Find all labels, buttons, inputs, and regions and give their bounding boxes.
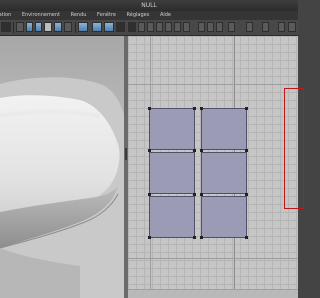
menu-bar: sation Environnement Rendu Fenêtre Régla… (0, 11, 298, 20)
uv-select-icon[interactable] (128, 22, 136, 32)
toolbar-separator (13, 22, 14, 33)
selection-rectangle[interactable] (284, 88, 304, 209)
uv-vertex[interactable] (193, 193, 196, 196)
uv-vertex[interactable] (193, 236, 196, 239)
uv-zoom-icon[interactable] (228, 22, 235, 32)
uv-island[interactable] (201, 108, 247, 150)
uv-toolbar (128, 20, 298, 35)
menu-item[interactable]: Rendu (71, 11, 87, 20)
move-icon[interactable] (16, 22, 24, 32)
uv-editor-viewport[interactable] (128, 36, 298, 298)
uv-view-icon[interactable] (246, 22, 253, 32)
uv-vertex[interactable] (245, 236, 248, 239)
uv-vertex[interactable] (148, 149, 151, 152)
uv-move-icon[interactable] (138, 22, 145, 32)
uv-vertex[interactable] (193, 149, 196, 152)
uv-vertex[interactable] (245, 107, 248, 110)
cube-icon[interactable] (104, 22, 114, 32)
uv-align-icon[interactable] (216, 22, 223, 32)
uv-island[interactable] (201, 152, 247, 194)
uv-island[interactable] (149, 196, 195, 238)
menu-item[interactable]: sation (0, 11, 11, 20)
uv-scale-icon[interactable] (156, 22, 163, 32)
grid-line (128, 258, 298, 259)
uv-island[interactable] (201, 196, 247, 238)
uv-vertex[interactable] (193, 107, 196, 110)
uv-display-icon[interactable] (262, 22, 269, 32)
options-icon[interactable] (116, 22, 125, 32)
window-title: NULL (0, 0, 298, 11)
uv-snap-icon[interactable] (207, 22, 214, 32)
uv-vertex[interactable] (148, 107, 151, 110)
menu-item[interactable]: Environnement (22, 11, 60, 20)
pillow-mesh (0, 77, 124, 298)
uv-vertex[interactable] (200, 236, 203, 239)
uv-split-icon[interactable] (174, 22, 181, 32)
rotate-icon[interactable] (26, 22, 33, 32)
uv-vertex[interactable] (200, 149, 203, 152)
uv-vertex[interactable] (148, 236, 151, 239)
uv-vertex[interactable] (200, 107, 203, 110)
uv-grid-icon[interactable] (198, 22, 205, 32)
uv-settings-icon[interactable] (278, 22, 285, 32)
uv-vertex[interactable] (245, 149, 248, 152)
grid-line (128, 84, 298, 85)
mesh-icon[interactable] (64, 22, 72, 32)
select-icon[interactable] (1, 22, 11, 32)
uv-vertex[interactable] (200, 193, 203, 196)
uv-vertex[interactable] (148, 193, 151, 196)
divider-grip-icon[interactable] (125, 148, 127, 160)
uv-vertex[interactable] (245, 193, 248, 196)
scale-icon[interactable] (35, 22, 42, 32)
sphere-icon[interactable] (92, 22, 102, 32)
uv-weld-icon[interactable] (165, 22, 172, 32)
menu-item[interactable]: Aide (160, 11, 171, 20)
toolbar-separator (75, 22, 76, 33)
menu-item[interactable]: Fenêtre (97, 11, 116, 20)
3d-viewport[interactable] (0, 36, 124, 298)
uv-flip-icon[interactable] (183, 22, 190, 32)
uv-island[interactable] (149, 108, 195, 150)
uv-island[interactable] (149, 152, 195, 194)
uv-icon[interactable] (44, 22, 52, 32)
camera-icon[interactable] (54, 22, 62, 32)
menu-item[interactable]: Réglages (127, 11, 150, 20)
uv-rotate-icon[interactable] (147, 22, 154, 32)
uv-status-strip (128, 289, 298, 298)
paint-icon[interactable] (78, 22, 88, 32)
uv-help-icon[interactable] (288, 22, 296, 32)
